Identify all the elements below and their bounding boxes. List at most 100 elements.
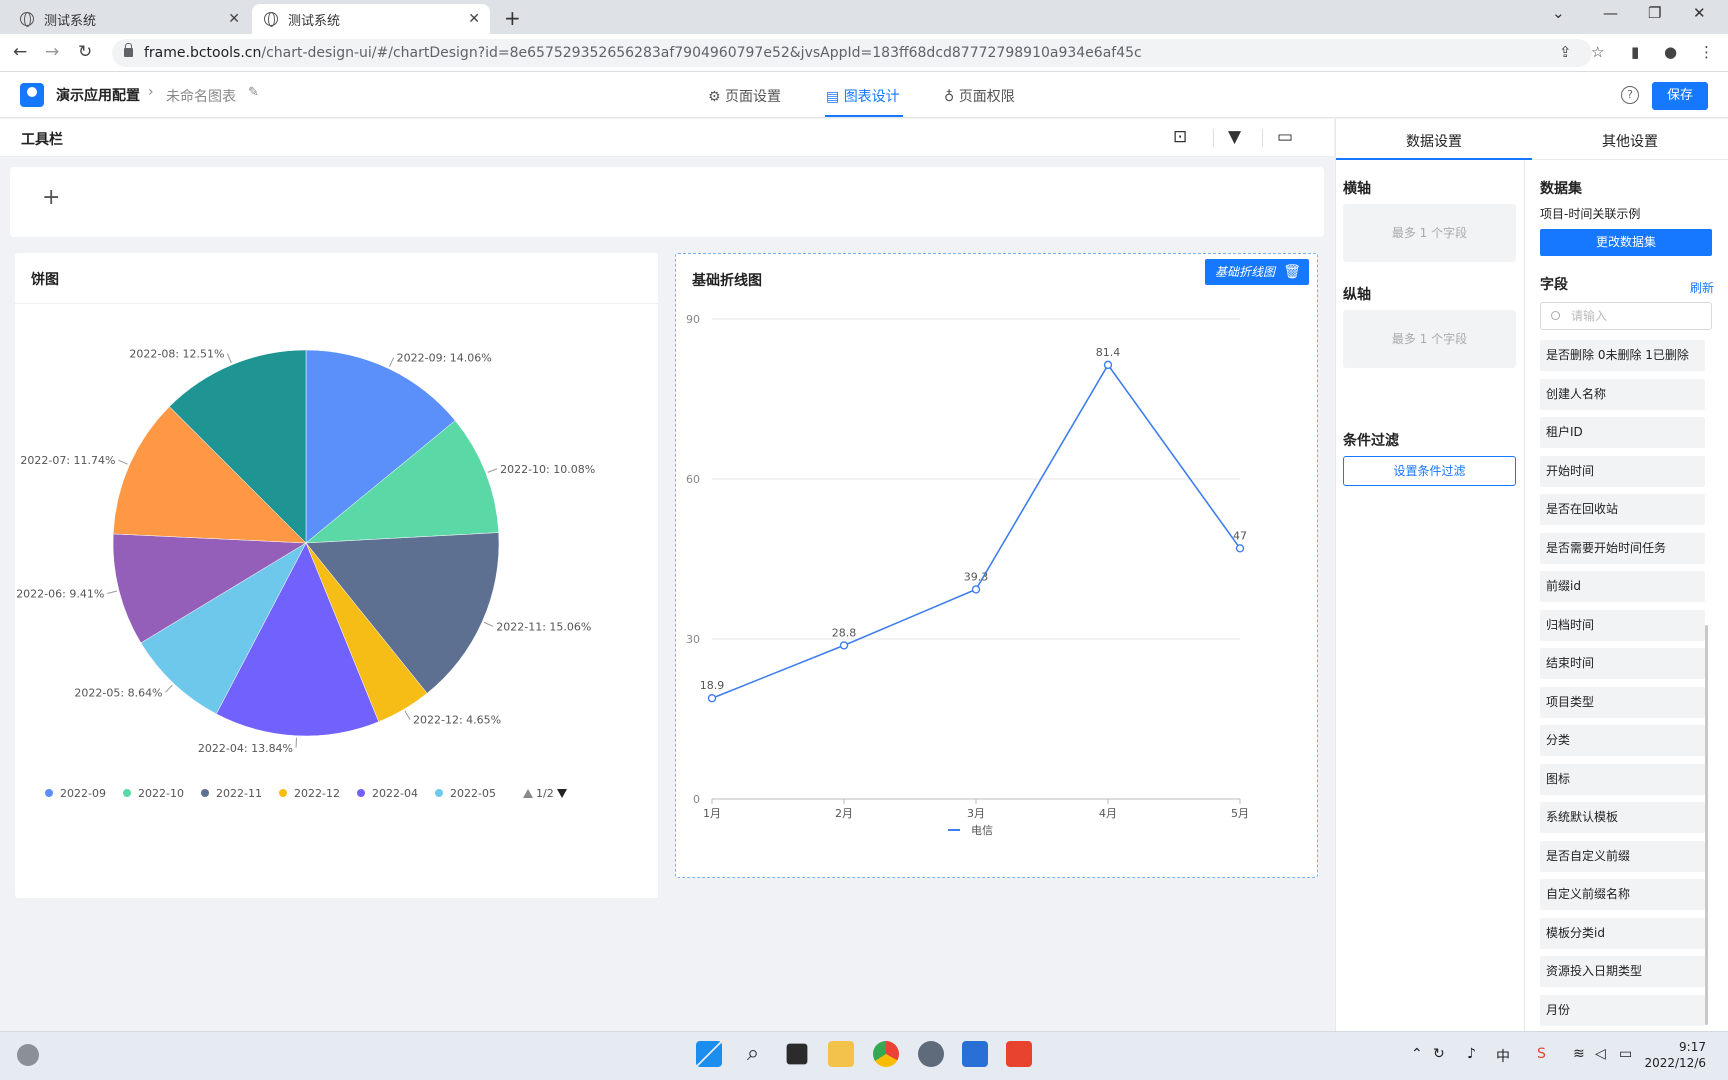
tab-data-settings[interactable]: 数据设置 bbox=[1406, 131, 1462, 151]
menu-icon[interactable]: ⋮ bbox=[1699, 43, 1714, 61]
tab-label: 页面设置 bbox=[725, 89, 782, 105]
field-item[interactable]: 前缀id bbox=[1540, 571, 1705, 602]
data-point[interactable] bbox=[1103, 360, 1113, 370]
bookmark-star-icon[interactable]: ☆ bbox=[1591, 43, 1604, 61]
legend-item[interactable]: 2022-12 bbox=[294, 787, 340, 800]
set-filter-button[interactable]: 设置条件过滤 bbox=[1343, 456, 1516, 486]
sidepanel-icon[interactable]: ▮ bbox=[1631, 43, 1639, 61]
chrome-icon[interactable] bbox=[873, 1041, 899, 1067]
chevron-up-icon[interactable]: ⌃ bbox=[1411, 1046, 1423, 1062]
save-button[interactable]: 保存 bbox=[1652, 82, 1708, 110]
filter-icon[interactable]: ▼ bbox=[1228, 127, 1241, 147]
data-label: 39.3 bbox=[964, 570, 989, 583]
field-item[interactable]: 是否删除 0未删除 1已删除 bbox=[1540, 340, 1705, 371]
reload-icon[interactable]: ↻ bbox=[78, 42, 92, 62]
field-item[interactable]: 是否自定义前缀 bbox=[1540, 840, 1705, 872]
antivirus-icon[interactable]: S bbox=[1537, 1046, 1546, 1062]
pie-slice-label: 2022-10: 10.08% bbox=[500, 463, 595, 476]
close-tab-icon[interactable]: ✕ bbox=[228, 11, 240, 27]
windows-start-icon[interactable] bbox=[696, 1041, 722, 1067]
tab-page-permissions[interactable]: ♁ 页面权限 bbox=[944, 86, 1015, 106]
address-bar-row: ← → ↻ frame.bctools.cn/chart-design-ui/#… bbox=[0, 34, 1728, 72]
legend-marker bbox=[45, 789, 53, 797]
wifi-icon[interactable]: ≋ bbox=[1573, 1046, 1585, 1062]
legend-item[interactable]: 2022-04 bbox=[372, 787, 418, 800]
data-point[interactable] bbox=[1235, 544, 1245, 553]
field-item[interactable]: 创建人名称 bbox=[1540, 378, 1705, 410]
search-icon[interactable]: ⌕ bbox=[740, 1041, 766, 1067]
gear-icon: ⚙ bbox=[708, 89, 721, 105]
new-tab-button[interactable]: + bbox=[504, 6, 521, 30]
weather-icon[interactable] bbox=[17, 1044, 39, 1066]
legend-item[interactable]: 2022-09 bbox=[60, 787, 106, 800]
help-icon[interactable]: ? bbox=[1621, 86, 1639, 104]
field-item[interactable]: 图标 bbox=[1540, 763, 1705, 795]
photos-icon[interactable] bbox=[962, 1041, 988, 1067]
volume-icon[interactable]: ◁ bbox=[1595, 1046, 1606, 1062]
field-item[interactable]: 模板分类id bbox=[1540, 917, 1705, 949]
field-item[interactable]: 自定义前缀名称 bbox=[1540, 879, 1705, 910]
data-point[interactable] bbox=[707, 694, 717, 703]
app-name[interactable]: 演示应用配置 bbox=[56, 85, 140, 105]
sync-icon[interactable]: ↻ bbox=[1433, 1046, 1445, 1062]
app-icon[interactable] bbox=[1006, 1041, 1032, 1067]
field-item[interactable]: 归档时间 bbox=[1540, 609, 1705, 641]
minimize-button[interactable]: — bbox=[1603, 4, 1618, 22]
monitor-icon[interactable]: ▭ bbox=[1277, 127, 1293, 147]
ime-indicator[interactable]: 中 bbox=[1496, 1046, 1510, 1066]
tab-page-settings[interactable]: ⚙ 页面设置 bbox=[708, 86, 781, 106]
close-tab-icon[interactable]: ✕ bbox=[468, 11, 480, 27]
field-item[interactable]: 租户ID bbox=[1540, 417, 1705, 448]
pie-slice-label: 2022-11: 15.06% bbox=[496, 620, 591, 633]
legend-item[interactable]: 2022-10 bbox=[138, 787, 184, 800]
tab-chart-design[interactable]: ▤ 图表设计 bbox=[826, 86, 900, 106]
legend-item[interactable]: 2022-05 bbox=[450, 787, 496, 800]
field-list-scrollbar[interactable] bbox=[1705, 625, 1708, 1025]
tab-label: 图表设计 bbox=[843, 89, 900, 105]
field-item[interactable]: 结束时间 bbox=[1540, 648, 1705, 679]
microphone-icon[interactable]: ♪ bbox=[1467, 1046, 1476, 1062]
field-item[interactable]: 资源投入日期类型 bbox=[1540, 956, 1705, 987]
legend-item[interactable]: 2022-11 bbox=[216, 787, 262, 800]
settings-icon[interactable] bbox=[918, 1041, 944, 1067]
battery-icon[interactable]: ▭ bbox=[1619, 1046, 1632, 1062]
forward-icon[interactable]: → bbox=[45, 42, 59, 62]
profile-icon[interactable]: ● bbox=[1664, 43, 1677, 61]
legend-next-icon[interactable] bbox=[557, 789, 567, 798]
task-view-icon[interactable] bbox=[786, 1043, 808, 1065]
file-explorer-icon[interactable] bbox=[828, 1041, 854, 1067]
edit-icon[interactable]: ✎ bbox=[248, 85, 259, 100]
legend-item[interactable]: 电信 bbox=[971, 824, 993, 837]
field-item[interactable]: 分类 bbox=[1540, 725, 1705, 756]
data-point[interactable] bbox=[971, 585, 981, 594]
url-field[interactable]: frame.bctools.cn/chart-design-ui/#/chart… bbox=[112, 39, 1592, 67]
presentation-icon[interactable]: ⊡ bbox=[1173, 127, 1187, 147]
refresh-link[interactable]: 刷新 bbox=[1690, 279, 1714, 296]
share-icon[interactable]: ⇪ bbox=[1559, 43, 1572, 61]
close-window-button[interactable]: ✕ bbox=[1693, 4, 1706, 22]
browser-tab-2[interactable]: 测试系统 ✕ bbox=[252, 4, 490, 34]
change-dataset-button[interactable]: 更改数据集 bbox=[1540, 229, 1712, 256]
add-component-button[interactable]: + bbox=[42, 185, 60, 210]
pie-chart-card[interactable]: 饼图 2022-09: 14.06% 2022-10: 10.08% 2022-11… bbox=[15, 253, 658, 898]
field-item[interactable]: 月份 bbox=[1540, 994, 1705, 1026]
system-clock[interactable]: 9:17 2022/12/6 bbox=[1644, 1039, 1706, 1071]
field-item[interactable]: 系统默认模板 bbox=[1540, 802, 1705, 833]
field-item[interactable]: 是否需要开始时间任务 bbox=[1540, 532, 1705, 564]
restore-button[interactable]: ❐ bbox=[1648, 4, 1661, 22]
field-item[interactable]: 是否在回收站 bbox=[1540, 494, 1705, 525]
data-point[interactable] bbox=[839, 641, 849, 650]
legend-prev-icon[interactable] bbox=[523, 789, 533, 798]
y-axis-dropzone[interactable]: 最多 1 个字段 bbox=[1343, 310, 1516, 368]
x-axis-dropzone[interactable]: 最多 1 个字段 bbox=[1343, 204, 1516, 262]
browser-tab-1[interactable]: 测试系统 ✕ bbox=[8, 4, 250, 34]
field-item[interactable]: 开始时间 bbox=[1540, 455, 1705, 487]
field-item[interactable]: 项目类型 bbox=[1540, 686, 1705, 718]
data-label: 18.9 bbox=[700, 679, 725, 692]
tab-other-settings[interactable]: 其他设置 bbox=[1602, 131, 1658, 151]
label-leader-line bbox=[118, 459, 128, 465]
field-search-input[interactable]: 请输入 bbox=[1540, 302, 1712, 330]
line-chart-card[interactable]: 基础折线图 基础折线图 🗑 0 30 60 90 1月 2月 3月 4月 5月 18.9 28.8 3… bbox=[675, 253, 1318, 878]
tab-search-icon[interactable]: ⌄ bbox=[1552, 4, 1565, 22]
back-icon[interactable]: ← bbox=[13, 42, 27, 62]
